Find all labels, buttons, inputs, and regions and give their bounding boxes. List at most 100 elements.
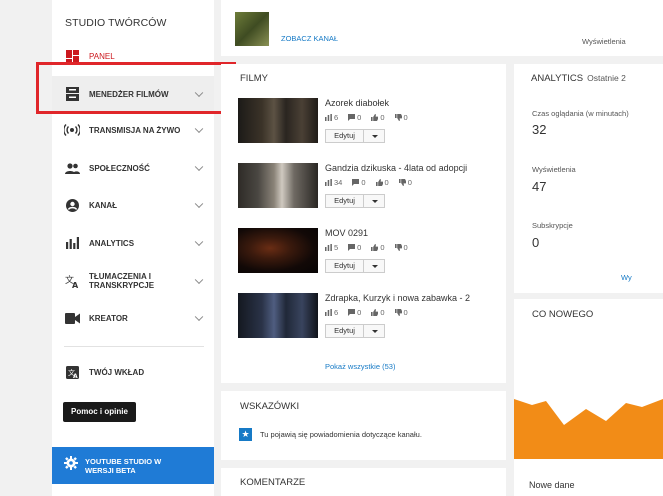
views-metric-value: 47 — [532, 179, 547, 194]
views-label: Wyświetlenia — [582, 37, 626, 46]
views-icon — [325, 179, 332, 186]
subscriptions-label: Subskrypcje — [532, 221, 573, 230]
views-icon — [325, 114, 332, 121]
video-thumbnail[interactable] — [238, 163, 318, 208]
video-title[interactable]: Gandzia dzikuska - 4lata od adopcji — [325, 163, 467, 173]
analytics-title: ANALYTICS Ostatnie 2 — [531, 73, 626, 84]
sidebar-item-channel[interactable]: KANAŁ — [52, 187, 214, 223]
whats-new-chart — [514, 399, 663, 459]
dislikes-count: 0 — [403, 243, 408, 252]
watch-time-value: 32 — [532, 122, 547, 137]
chevron-down-icon — [194, 312, 204, 322]
video-thumbnail[interactable] — [238, 293, 318, 338]
comments-count: 0 — [357, 243, 362, 252]
tips-title: WSKAZÓWKI — [240, 401, 300, 412]
thumbs-down-icon — [394, 114, 402, 121]
video-title[interactable]: Azorek diabołek — [325, 98, 389, 108]
edit-dropdown[interactable]: Edytuj — [325, 324, 385, 338]
thumbs-up-icon — [371, 114, 379, 121]
comments-card: KOMENTARZE — [221, 468, 506, 496]
highlight-box — [36, 62, 236, 114]
see-channel-link[interactable]: ZOBACZ KANAŁ — [281, 34, 338, 43]
show-all-link[interactable]: Pokaż wszystkie (53) — [325, 362, 395, 371]
sidebar-item-contribute[interactable]: 文A TWÓJ WKŁAD — [52, 354, 214, 390]
whats-new-card: CO NOWEGO Nowe dane — [514, 299, 663, 496]
video-thumbnail[interactable] — [238, 98, 318, 143]
dislikes-count: 0 — [407, 178, 412, 187]
sidebar-item-label: TŁUMACZENIA I TRANSKRYPCJE — [89, 272, 155, 290]
comment-icon — [348, 244, 356, 251]
sidebar-item-creator[interactable]: KREATOR — [52, 300, 214, 336]
tip-row: ★ Tu pojawią się powiadomienia dotyczące… — [239, 428, 422, 441]
thumbs-down-icon — [394, 244, 402, 251]
sidebar-item-label: SPOŁECZNOŚĆ — [89, 163, 150, 173]
dropdown-arrow-icon[interactable] — [364, 325, 384, 337]
video-camera-icon — [64, 310, 80, 326]
views-icon — [325, 244, 332, 251]
dislikes-count: 0 — [403, 308, 408, 317]
whats-new-title: CO NOWEGO — [532, 309, 594, 320]
views-count: 5 — [334, 243, 339, 252]
edit-button[interactable]: Edytuj — [326, 195, 364, 207]
svg-text:A: A — [73, 373, 78, 379]
video-thumbnail[interactable] — [238, 228, 318, 273]
edit-dropdown[interactable]: Edytuj — [325, 194, 385, 208]
channel-avatar[interactable] — [235, 12, 269, 46]
edit-button[interactable]: Edytuj — [326, 325, 364, 337]
views-count: 6 — [334, 308, 339, 317]
analytics-heading: ANALYTICS — [531, 73, 584, 84]
video-stats: 6 0 0 0 — [325, 308, 418, 317]
likes-count: 0 — [384, 178, 389, 187]
bar-chart-icon — [64, 235, 80, 251]
dropdown-arrow-icon[interactable] — [364, 130, 384, 142]
dropdown-arrow-icon[interactable] — [364, 195, 384, 207]
film-item: Azorek diabołek 6 0 0 0 Edytuj — [238, 98, 498, 146]
likes-count: 0 — [380, 243, 385, 252]
chevron-down-icon — [194, 124, 204, 134]
analytics-more-link[interactable]: Wy — [621, 273, 632, 282]
chevron-down-icon — [194, 237, 204, 247]
edit-dropdown[interactable]: Edytuj — [325, 259, 385, 273]
comment-icon — [348, 309, 356, 316]
analytics-period[interactable]: Ostatnie 2 — [587, 73, 626, 83]
dropdown-arrow-icon[interactable] — [364, 260, 384, 272]
views-count: 6 — [334, 113, 339, 122]
thumbs-up-icon — [371, 309, 379, 316]
sidebar-item-community[interactable]: SPOŁECZNOŚĆ — [52, 150, 214, 186]
edit-button[interactable]: Edytuj — [326, 130, 364, 142]
live-icon — [64, 122, 80, 138]
video-title[interactable]: Zdrapka, Kurzyk i nowa zabawka - 2 — [325, 293, 470, 303]
thumbs-up-icon — [375, 179, 383, 186]
sidebar-item-label: TRANSMISJA NA ŻYWO — [89, 125, 181, 135]
star-icon: ★ — [239, 428, 252, 441]
comments-count: 0 — [361, 178, 366, 187]
sidebar-item-translations[interactable]: 文A TŁUMACZENIA I TRANSKRYPCJE — [52, 263, 214, 299]
sidebar-divider — [64, 346, 204, 347]
thumbs-down-icon — [394, 309, 402, 316]
youtube-studio-beta-button[interactable]: YOUTUBE STUDIO W WERSJI BETA — [52, 447, 214, 484]
views-icon — [325, 309, 332, 316]
sidebar-title: STUDIO TWÓRCÓW — [65, 17, 167, 29]
translate-icon: 文A — [64, 364, 80, 380]
film-item: Zdrapka, Kurzyk i nowa zabawka - 2 6 0 0… — [238, 293, 498, 341]
comments-count: 0 — [357, 113, 362, 122]
video-title[interactable]: MOV 0291 — [325, 228, 368, 238]
help-feedback-button[interactable]: Pomoc i opinie — [63, 402, 136, 422]
films-title: FILMY — [240, 73, 268, 84]
channel-header: ZOBACZ KANAŁ Wyświetlenia — [221, 0, 663, 56]
thumbs-down-icon — [398, 179, 406, 186]
sidebar-item-analytics[interactable]: ANALYTICS — [52, 225, 214, 261]
dislikes-count: 0 — [403, 113, 408, 122]
svg-text:A: A — [72, 281, 79, 288]
edit-dropdown[interactable]: Edytuj — [325, 129, 385, 143]
video-stats: 5 0 0 0 — [325, 243, 418, 252]
analytics-card: ANALYTICS Ostatnie 2 Czas oglądania (w mi… — [514, 64, 663, 293]
sidebar-item-label: KANAŁ — [89, 200, 117, 210]
views-metric-label: Wyświetlenia — [532, 165, 576, 174]
sidebar-item-live[interactable]: TRANSMISJA NA ŻYWO — [52, 112, 214, 148]
chevron-down-icon — [194, 162, 204, 172]
new-data-label: Nowe dane — [529, 480, 575, 490]
watch-time-label: Czas oglądania (w minutach) — [532, 109, 629, 118]
edit-button[interactable]: Edytuj — [326, 260, 364, 272]
sidebar-item-label: PANEL — [89, 51, 115, 61]
